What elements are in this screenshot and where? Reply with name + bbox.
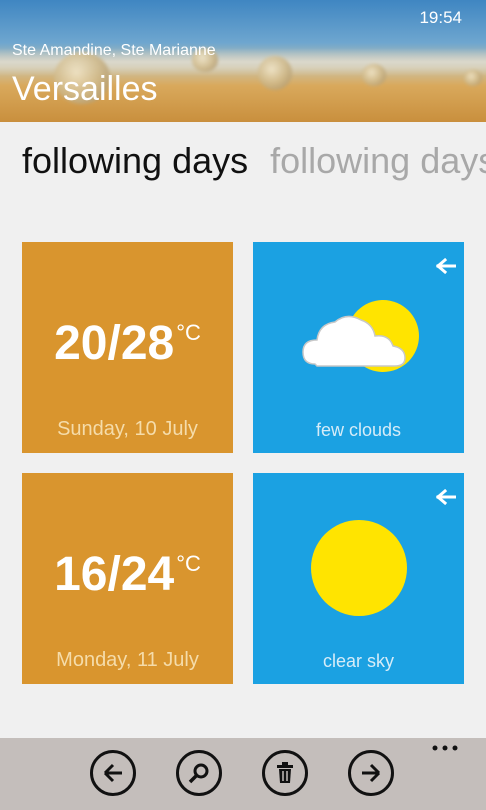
temperature-range: 20/28°C: [22, 316, 233, 371]
temperature-range: 16/24°C: [22, 547, 233, 602]
weather-page: 19:54 Ste Amandine, Ste Marianne Versail…: [0, 0, 486, 810]
sky-tile[interactable]: few clouds: [253, 242, 464, 453]
back-arrow-icon: [103, 763, 122, 783]
temperature-tile[interactable]: 16/24°C Monday, 11 July: [22, 473, 233, 684]
delete-button[interactable]: [262, 750, 308, 796]
temperature-value: 16/24: [54, 548, 175, 601]
search-icon: [188, 763, 209, 784]
sky-tile[interactable]: clear sky: [253, 473, 464, 684]
sky-condition: few clouds: [315, 420, 402, 440]
forward-button[interactable]: [348, 750, 394, 796]
hay-bale-decoration: [258, 56, 292, 90]
pivot-item-next[interactable]: following days: [270, 140, 486, 181]
pivot-header: following days following days: [22, 140, 486, 182]
flip-arrow-icon: [436, 489, 456, 505]
sun-icon: [311, 520, 407, 616]
temperature-tile[interactable]: 20/28°C Sunday, 10 July: [22, 242, 233, 453]
status-time: 19:54: [419, 8, 462, 27]
hay-bale-decoration: [362, 64, 386, 86]
search-button[interactable]: [176, 750, 222, 796]
header-banner: 19:54 Ste Amandine, Ste Marianne Versail…: [0, 0, 486, 122]
back-button[interactable]: [90, 750, 136, 796]
hay-bale-decoration: [464, 70, 482, 86]
city-name: Versailles: [12, 70, 158, 108]
forward-arrow-icon: [362, 763, 381, 783]
temperature-unit: °C: [176, 551, 201, 576]
forecast-date: Sunday, 10 July: [57, 418, 198, 440]
temperature-unit: °C: [176, 320, 201, 345]
ellipsis-icon[interactable]: [430, 742, 460, 754]
forecast-date: Monday, 11 July: [56, 649, 199, 671]
sky-condition: clear sky: [322, 651, 394, 671]
pivot-item-following-days[interactable]: following days: [22, 140, 248, 181]
temperature-value: 20/28: [54, 317, 175, 370]
delete-icon: [277, 762, 293, 783]
app-bar: [0, 738, 486, 810]
flip-arrow-icon: [436, 258, 456, 274]
saints-of-the-day: Ste Amandine, Ste Marianne: [12, 42, 216, 59]
sun-behind-cloud-icon: [302, 300, 419, 372]
